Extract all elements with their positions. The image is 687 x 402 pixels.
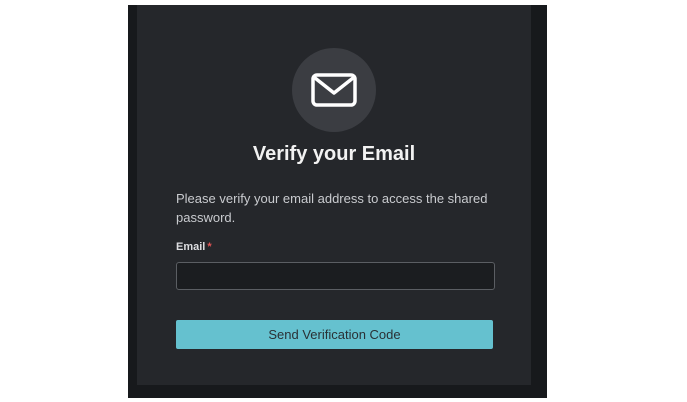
send-verification-code-button[interactable]: Send Verification Code	[176, 320, 493, 349]
envelope-icon-badge	[292, 48, 376, 132]
required-marker: *	[207, 241, 212, 253]
envelope-icon	[311, 73, 357, 107]
dialog-title: Verify your Email	[252, 143, 416, 165]
email-field[interactable]	[176, 262, 495, 290]
verify-email-card: Verify your Email Please verify your ema…	[137, 5, 531, 385]
dialog-description: Please verify your email address to acce…	[176, 191, 488, 225]
email-label: Email	[176, 241, 206, 253]
email-label-row: Email *	[176, 241, 212, 253]
